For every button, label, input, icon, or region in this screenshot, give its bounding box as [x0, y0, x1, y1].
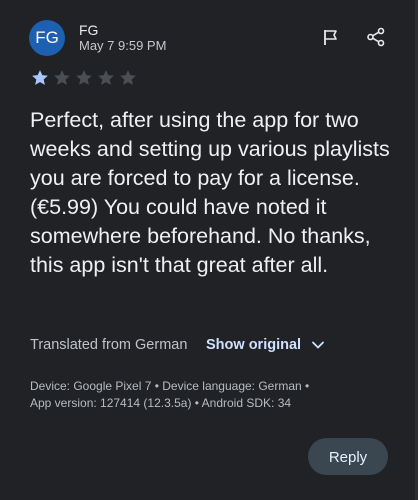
- device-info-line: Device: Google Pixel 7 • Device language…: [30, 379, 310, 393]
- device-info: Device: Google Pixel 7 • Device language…: [30, 378, 309, 412]
- show-original-label: Show original: [206, 337, 302, 353]
- flag-button[interactable]: [320, 26, 342, 48]
- chevron-down-icon: [312, 341, 324, 349]
- star-rating: [30, 68, 138, 88]
- share-icon: [367, 27, 385, 47]
- flag-icon: [324, 30, 337, 45]
- star-empty-icon: [54, 70, 70, 85]
- star-empty-icon: [76, 70, 92, 85]
- review-date: May 7 9:59 PM: [79, 38, 167, 53]
- star-empty-icon: [120, 70, 136, 85]
- show-original-button[interactable]: Show original: [206, 337, 325, 353]
- reply-button[interactable]: Reply: [308, 438, 388, 475]
- avatar: FG: [29, 20, 65, 56]
- review-card: FG FG May 7 9:59 PM Perfect, after using…: [0, 0, 418, 500]
- share-button[interactable]: [365, 26, 387, 48]
- star-filled-icon: [32, 70, 48, 85]
- star-empty-icon: [98, 70, 114, 85]
- review-text: Perfect, after using the app for two wee…: [30, 108, 390, 277]
- app-version-line: App version: 127414 (12.3.5a) • Android …: [30, 396, 292, 410]
- translated-label: Translated from German: [30, 337, 188, 353]
- author-name: FG: [79, 22, 99, 38]
